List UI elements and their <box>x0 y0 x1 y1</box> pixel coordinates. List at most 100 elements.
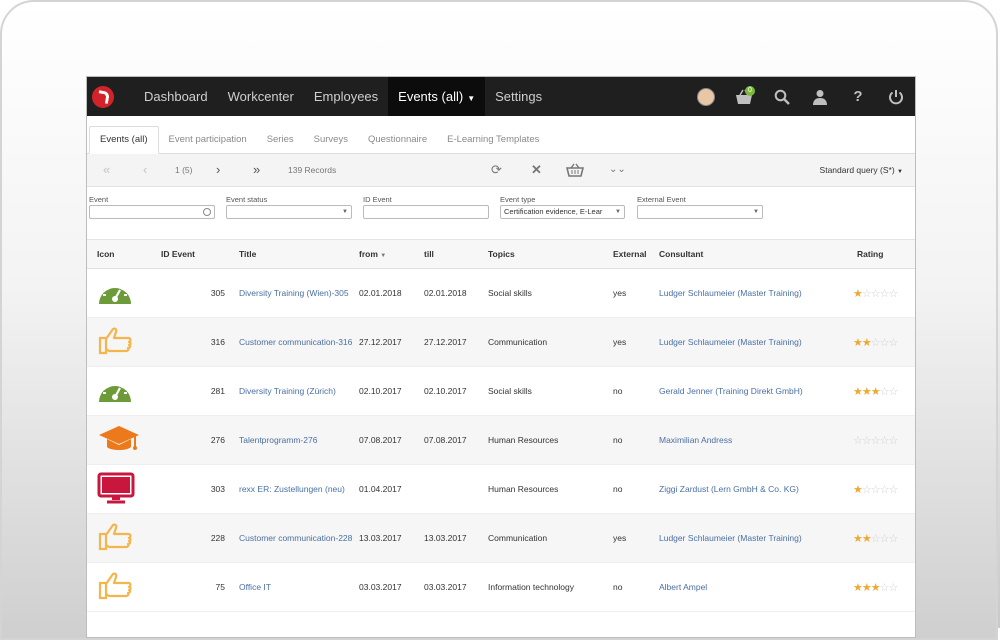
rating-star-icon[interactable]: ★ <box>853 337 863 349</box>
col-topics[interactable]: Topics <box>488 240 613 269</box>
search-button[interactable] <box>763 77 801 116</box>
event-title-link[interactable]: rexx ER: Zustellungen (neu) <box>231 464 359 514</box>
col-external[interactable]: External <box>613 240 653 269</box>
col-till[interactable]: till <box>424 240 488 269</box>
rating-stars[interactable]: ★★★☆☆ <box>853 386 898 398</box>
event-consultant-link[interactable]: Maximilian Andress <box>653 415 849 465</box>
rating-star-icon[interactable]: ★ <box>871 386 881 398</box>
rating-star-icon[interactable]: ☆ <box>871 484 881 496</box>
rating-star-icon[interactable]: ☆ <box>889 484 899 496</box>
event-consultant-link[interactable]: Ludger Schlaumeier (Master Training) <box>653 513 849 563</box>
rating-star-icon[interactable]: ☆ <box>889 288 899 300</box>
logout-button[interactable] <box>877 77 915 116</box>
tab-elearning-templates[interactable]: E-Learning Templates <box>437 127 549 153</box>
next-page-icon[interactable]: › <box>216 154 220 186</box>
rating-star-icon[interactable]: ☆ <box>880 484 890 496</box>
table-row[interactable]: 281 Diversity Training (Zürich) 02.10.2017… <box>87 366 915 416</box>
rating-star-icon[interactable]: ☆ <box>889 337 899 349</box>
basket-add-button[interactable] <box>565 163 585 177</box>
id-event-input[interactable] <box>363 205 489 219</box>
nav-workcenter[interactable]: Workcenter <box>218 77 304 116</box>
event-rating[interactable]: ★★★☆☆ <box>849 366 915 416</box>
rating-star-icon[interactable]: ☆ <box>871 435 881 447</box>
event-title-link[interactable]: Office IT <box>231 562 359 612</box>
rating-stars[interactable]: ☆☆☆☆☆ <box>853 435 899 447</box>
first-page-icon[interactable]: « <box>103 154 110 186</box>
rating-stars[interactable]: ★★☆☆☆ <box>853 337 899 349</box>
help-button[interactable]: ? <box>839 77 877 116</box>
user-avatar-button[interactable] <box>687 77 725 116</box>
app-logo-icon[interactable] <box>92 85 114 108</box>
rating-star-icon[interactable]: ☆ <box>880 337 890 349</box>
event-type-select[interactable]: Certification evidence, E-Lear ▼ <box>500 205 625 219</box>
rating-star-icon[interactable]: ☆ <box>889 435 899 447</box>
event-rating[interactable]: ☆☆☆☆☆ <box>849 415 915 465</box>
table-row[interactable]: 276 Talentprogramm-276 07.08.2017 07.08.201… <box>87 415 915 465</box>
nav-employees[interactable]: Employees <box>304 77 388 116</box>
col-rating[interactable]: Rating <box>849 240 915 269</box>
rating-stars[interactable]: ★★☆☆☆ <box>853 533 898 545</box>
event-rating[interactable]: ★☆☆☆☆ <box>849 268 915 318</box>
rating-star-icon[interactable]: ☆ <box>853 435 863 447</box>
col-consultant[interactable]: Consultant <box>653 240 849 269</box>
event-rating[interactable]: ★☆☆☆☆ <box>849 464 915 514</box>
rating-star-icon[interactable]: ★ <box>853 484 863 496</box>
nav-dashboard[interactable]: Dashboard <box>134 77 218 116</box>
col-id-event[interactable]: ID Event <box>151 240 231 269</box>
rating-star-icon[interactable]: ★ <box>862 533 872 545</box>
expand-icon[interactable]: ⌄⌄ <box>609 154 626 186</box>
event-status-select[interactable]: ▼ <box>226 205 352 219</box>
rating-star-icon[interactable]: ☆ <box>871 288 881 300</box>
rating-star-icon[interactable]: ★ <box>853 288 863 300</box>
rating-star-icon[interactable]: ☆ <box>862 435 872 447</box>
rating-star-icon[interactable]: ☆ <box>880 288 890 300</box>
clear-filter-icon[interactable]: ✕ <box>531 154 542 186</box>
table-row[interactable]: 228 Customer communication-228 13.03.2017 1… <box>87 513 915 563</box>
external-event-select[interactable]: ▼ <box>637 205 763 219</box>
event-consultant-link[interactable]: Ludger Schlaumeier (Master Training) <box>653 317 849 367</box>
tab-events-all[interactable]: Events (all) <box>89 126 159 154</box>
rating-star-icon[interactable]: ☆ <box>871 533 881 545</box>
col-from[interactable]: from ▼ <box>359 240 424 269</box>
rating-star-icon[interactable]: ★ <box>853 582 863 594</box>
rating-star-icon[interactable]: ★ <box>862 386 872 398</box>
event-consultant-link[interactable]: Albert Ampel <box>653 562 849 612</box>
table-row[interactable]: 316 Customer communication-316 27.12.2017 2… <box>87 317 915 367</box>
rating-star-icon[interactable]: ★ <box>871 582 881 594</box>
tab-questionnaire[interactable]: Questionnaire <box>358 127 437 153</box>
col-title[interactable]: Title <box>231 240 359 269</box>
event-consultant-link[interactable]: Ziggi Zardust (Lern GmbH & Co. KG) <box>653 464 849 514</box>
basket-button[interactable]: 0 <box>725 77 763 116</box>
rating-stars[interactable]: ★☆☆☆☆ <box>853 288 899 300</box>
rating-star-icon[interactable]: ☆ <box>871 337 881 349</box>
rating-star-icon[interactable]: ☆ <box>880 582 890 594</box>
rating-star-icon[interactable]: ☆ <box>889 582 899 594</box>
refresh-icon[interactable]: ⟳ <box>491 154 502 186</box>
rating-star-icon[interactable]: ☆ <box>862 288 872 300</box>
rating-star-icon[interactable]: ☆ <box>880 533 890 545</box>
event-search-input[interactable] <box>89 205 215 219</box>
table-row[interactable]: 75 Office IT 03.03.2017 03.03.2017 Informati… <box>87 562 915 612</box>
event-title-link[interactable]: Diversity Training (Wien)-305 <box>231 268 359 318</box>
tab-event-participation[interactable]: Event participation <box>159 127 257 153</box>
rating-star-icon[interactable]: ★ <box>862 582 872 594</box>
rating-star-icon[interactable]: ★ <box>853 386 863 398</box>
rating-star-icon[interactable]: ☆ <box>862 484 872 496</box>
rating-star-icon[interactable]: ★ <box>862 337 872 349</box>
nav-events-all[interactable]: Events (all) ▼ <box>388 77 486 116</box>
rating-star-icon[interactable]: ★ <box>853 533 863 545</box>
event-rating[interactable]: ★★☆☆☆ <box>849 513 915 563</box>
rating-star-icon[interactable]: ☆ <box>880 386 890 398</box>
table-row[interactable]: 305 Diversity Training (Wien)-305 02.01.20… <box>87 268 915 318</box>
event-title-link[interactable]: Talentprogramm-276 <box>231 415 359 465</box>
event-title-link[interactable]: Customer communication-316 <box>231 317 359 367</box>
event-rating[interactable]: ★★☆☆☆ <box>849 317 915 367</box>
query-selector[interactable]: Standard query (S*) ▼ <box>820 154 903 186</box>
event-title-link[interactable]: Customer communication-228 <box>231 513 359 563</box>
event-title-link[interactable]: Diversity Training (Zürich) <box>231 366 359 416</box>
event-consultant-link[interactable]: Gerald Jenner (Training Direkt GmbH) <box>653 366 849 416</box>
event-consultant-link[interactable]: Ludger Schlaumeier (Master Training) <box>653 268 849 318</box>
prev-page-icon[interactable]: ‹ <box>143 154 147 186</box>
nav-settings[interactable]: Settings <box>485 77 552 116</box>
table-row[interactable]: 303 rexx ER: Zustellungen (neu) 01.04.2017… <box>87 464 915 514</box>
